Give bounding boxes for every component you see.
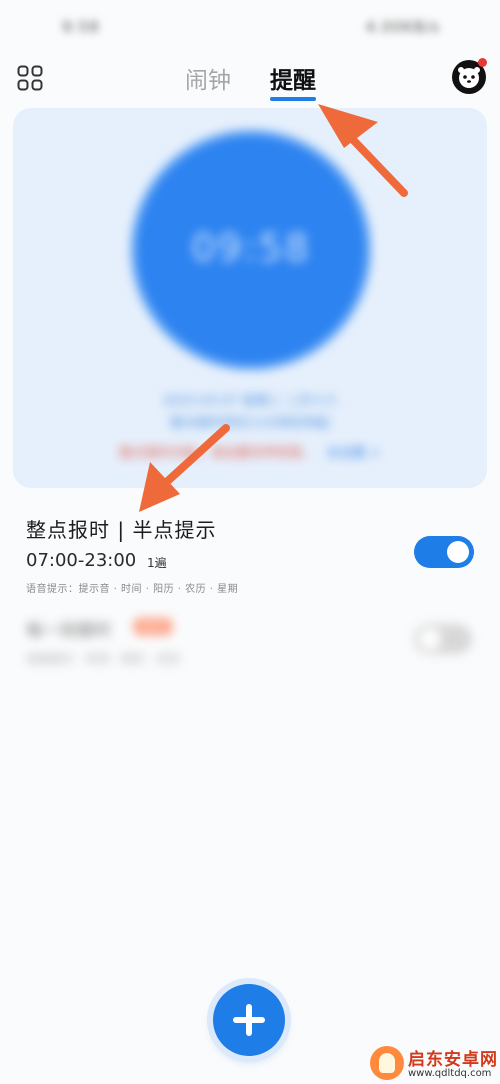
reminder-toggle-on[interactable] [414, 536, 474, 568]
status-bar: 9:58 4.00KB/s [0, 0, 500, 58]
active-tab-indicator [270, 97, 316, 101]
reminder-item-hourly[interactable]: 整点报时 | 半点提示 07:00-23:00 1遍 语音提示：提示音 · 时间… [26, 510, 486, 595]
reminder-repeat: 1遍 [147, 556, 167, 570]
toggle-knob [447, 541, 469, 563]
clock-card[interactable]: 09:58 2023-03-07 星期二 二月十六 整点报时将在11分钟后响起 … [13, 108, 487, 488]
reminder-title: 每一刻报时 [26, 621, 111, 641]
status-network-info: 4.00KB/s [365, 18, 440, 36]
clock-info: 整点报时将在11分钟后响起 [170, 416, 330, 431]
top-nav: 闹钟 提醒 [0, 58, 500, 106]
tab-bar: 闹钟 提醒 [0, 58, 500, 106]
watermark-logo-icon [370, 1046, 404, 1080]
reminder-item-quarter[interactable]: 每一刻报时 NEW 语音提示 · 时间 · 阳历 · 农历 [26, 608, 486, 688]
clock-card-content: 09:58 2023-03-07 星期二 二月十六 整点报时将在11分钟后响起 … [13, 108, 487, 488]
notification-dot [478, 58, 487, 67]
clock-warning-link[interactable]: 去设置 > [327, 446, 381, 461]
clock-dial: 09:58 [131, 130, 371, 370]
watermark-url: www.qdltdq.com [408, 1068, 492, 1079]
watermark-name: 启东安卓网 [408, 1050, 498, 1070]
tab-alarm[interactable]: 闹钟 [185, 61, 231, 95]
status-time: 9:58 [62, 18, 100, 36]
toggle-knob [419, 628, 441, 650]
clock-warning-text: 整点报时功能，请设置铃声权限。 [119, 446, 315, 461]
reminder-time-range: 07:00-23:00 [26, 550, 137, 571]
clock-time: 09:58 [191, 226, 311, 270]
new-badge: NEW [134, 618, 173, 635]
add-reminder-button[interactable] [213, 984, 285, 1056]
plus-icon [233, 1004, 265, 1036]
reminder-subtitle: 语音提示 · 时间 · 阳历 · 农历 [26, 652, 181, 666]
reminder-title: 整点报时 | 半点提示 [26, 518, 217, 542]
clock-date: 2023-03-07 星期二 二月十六 [162, 394, 338, 409]
reminder-toggle-off[interactable] [414, 624, 472, 654]
watermark: 启东安卓网 www.qdltdq.com [368, 1044, 500, 1084]
clock-warning: 整点报时功能，请设置铃声权限。 去设置 > [13, 442, 487, 461]
tab-reminder[interactable]: 提醒 [270, 61, 316, 95]
reminder-voice-info: 语音提示：提示音 · 时间 · 阳历 · 农历 · 星期 [26, 584, 239, 595]
